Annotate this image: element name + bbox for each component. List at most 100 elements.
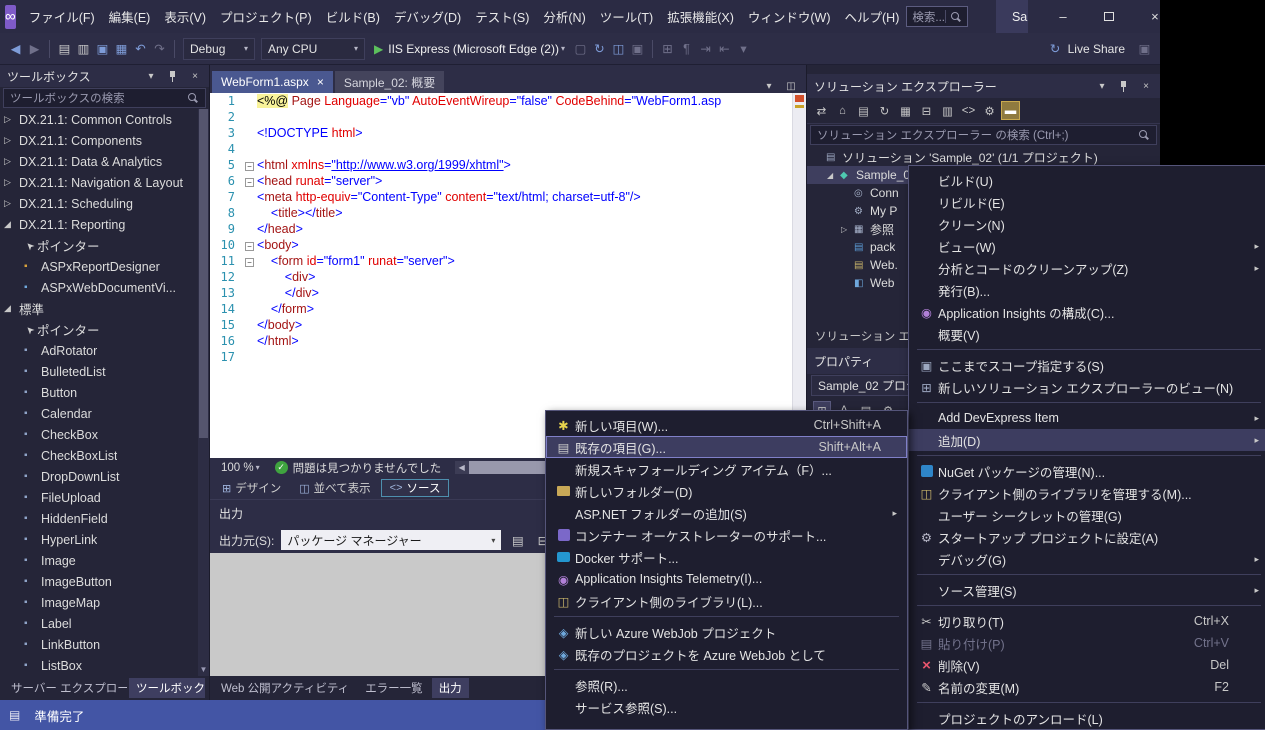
quick-search-input[interactable]: 検索... xyxy=(906,6,968,27)
submenu-item[interactable]: コンテナー オーケストレーターのサポート... xyxy=(546,524,907,546)
maximize-button[interactable] xyxy=(1086,0,1132,33)
float-window-icon[interactable]: ◫ xyxy=(784,79,798,93)
toolbox-item[interactable]: ▪DropDownList xyxy=(0,466,209,487)
submenu-item[interactable]: 参照(R)... xyxy=(546,674,907,696)
scroll-down-icon[interactable]: ▼ xyxy=(198,665,209,674)
output-source-dropdown[interactable]: パッケージ マネージャー ▾ xyxy=(281,530,501,550)
redo-icon[interactable]: ↷ xyxy=(150,39,169,58)
menubar-item[interactable]: 拡張機能(X) xyxy=(660,0,741,33)
toolbox-group[interactable]: ◢DX.21.1: Reporting xyxy=(0,214,209,235)
toolwindow-tab[interactable]: Web 公開アクティビティ xyxy=(214,678,356,698)
menubar-item[interactable]: 編集(E) xyxy=(102,0,158,33)
toolbox-item[interactable]: ▪FileUpload xyxy=(0,487,209,508)
submenu-item[interactable]: ASP.NET フォルダーの追加(S)▸ xyxy=(546,502,907,524)
collapse-region-icon[interactable]: − xyxy=(245,258,254,267)
context-menu-item[interactable]: NuGet パッケージの管理(N)... xyxy=(909,460,1265,482)
toolwindow-tab[interactable]: ツールボックス xyxy=(129,678,205,698)
show-all-files-icon[interactable]: ▥ xyxy=(938,101,957,120)
context-menu-item[interactable]: 分析とコードのクリーンアップ(Z)▸ xyxy=(909,257,1265,279)
stop-icon[interactable]: ▢ xyxy=(571,39,590,58)
pin-icon[interactable] xyxy=(168,70,178,83)
context-menu-item[interactable]: 追加(D)▸ xyxy=(909,429,1265,451)
minimize-button[interactable]: – xyxy=(1040,0,1086,33)
toolbox-item[interactable]: ➤ポインター xyxy=(0,235,209,256)
solution-configuration-dropdown[interactable]: Debug ▾ xyxy=(183,38,255,60)
feedback-icon[interactable]: ▣ xyxy=(1135,39,1154,58)
forward-icon[interactable]: ▶ xyxy=(25,39,44,58)
submenu-item[interactable]: Docker サポート... xyxy=(546,546,907,568)
new-file-icon[interactable]: ▤ xyxy=(55,39,74,58)
submenu-item[interactable]: 既存の項目(G)...Shift+Alt+A xyxy=(546,436,907,458)
context-menu-item[interactable]: スタートアップ プロジェクトに設定(A) xyxy=(909,526,1265,548)
expanded-arrow-icon[interactable]: ◢ xyxy=(827,171,840,180)
context-menu-item[interactable]: ここまでスコープ指定する(S) xyxy=(909,354,1265,376)
submenu-item[interactable]: サービス参照(S)... xyxy=(546,696,907,718)
open-file-icon[interactable]: ▥ xyxy=(74,39,93,58)
submenu-item[interactable]: Application Insights Telemetry(I)... xyxy=(546,568,907,590)
submenu-item[interactable]: クライアント側のライブラリ(L)... xyxy=(546,590,907,612)
toolbox-item[interactable]: ▪ImageButton xyxy=(0,571,209,592)
toolbox-group[interactable]: ▷DX.21.1: Scheduling xyxy=(0,193,209,214)
context-menu-item[interactable]: 概要(V) xyxy=(909,323,1265,345)
solution-search-input[interactable]: ソリューション エクスプローラー の検索 (Ctrl+;) xyxy=(810,125,1157,145)
toolbox-item[interactable]: ▪Calendar xyxy=(0,403,209,424)
view-tab-1[interactable]: ◫並べて表示 xyxy=(291,479,378,497)
collapsed-arrow-icon[interactable]: ▷ xyxy=(841,225,854,234)
context-menu-item[interactable]: ビルド(U) xyxy=(909,169,1265,191)
active-files-dropdown-icon[interactable]: ▾ xyxy=(762,79,776,93)
context-menu-item[interactable]: リビルド(E) xyxy=(909,191,1265,213)
menubar-item[interactable]: テスト(S) xyxy=(468,0,536,33)
screenshot-icon[interactable]: ▣ xyxy=(628,39,647,58)
scrollbar-thumb[interactable] xyxy=(199,109,208,438)
toolbox-item[interactable]: ▪Label xyxy=(0,613,209,634)
editor-scrollbar[interactable] xyxy=(792,93,806,458)
toolbox-item[interactable]: ▪HiddenField xyxy=(0,508,209,529)
close-panel-icon[interactable]: × xyxy=(188,69,202,83)
live-share-button[interactable]: ↻ Live Share xyxy=(1046,39,1125,58)
refresh-icon[interactable]: ↻ xyxy=(875,101,894,120)
pin-icon[interactable] xyxy=(1119,80,1129,93)
toolbox-group[interactable]: ◢標準 xyxy=(0,298,209,319)
toolbox-group[interactable]: ▷DX.21.1: Data & Analytics xyxy=(0,151,209,172)
pending-changes-icon[interactable]: ▤ xyxy=(854,101,873,120)
code-editor[interactable]: 1<%@ Page Language="vb" AutoEventWireup=… xyxy=(210,93,806,458)
indent-icon[interactable]: ⇥ xyxy=(696,39,715,58)
window-position-icon[interactable]: ▾ xyxy=(144,69,158,83)
close-button[interactable]: × xyxy=(1132,0,1178,33)
toolbox-item[interactable]: ➤ポインター xyxy=(0,319,209,340)
toolwindow-tab[interactable]: サーバー エクスプローラー xyxy=(4,678,127,698)
preview-code-icon[interactable]: <> xyxy=(959,101,978,120)
home-icon[interactable]: ⌂ xyxy=(833,101,852,120)
paragraph-icon[interactable]: ¶ xyxy=(677,39,696,58)
document-tab[interactable]: Sample_02: 概要 xyxy=(335,71,444,93)
view-tab-0[interactable]: ⊞デザイン xyxy=(214,479,289,497)
nest-files-icon[interactable]: ▦ xyxy=(896,101,915,120)
context-menu-item[interactable]: Application Insights の構成(C)... xyxy=(909,301,1265,323)
context-menu-item[interactable]: 名前の変更(M)F2 xyxy=(909,676,1265,698)
menubar-item[interactable]: ツール(T) xyxy=(593,0,660,33)
menubar-item[interactable]: 分析(N) xyxy=(536,0,592,33)
view-tab-2[interactable]: <>ソース xyxy=(381,479,450,497)
collapse-region-icon[interactable]: − xyxy=(245,162,254,171)
properties-toggle-icon[interactable]: ▬ xyxy=(1001,101,1020,120)
close-tab-icon[interactable]: × xyxy=(317,75,324,89)
context-menu-item[interactable]: Add DevExpress Item▸ xyxy=(909,407,1265,429)
grid-icon[interactable]: ⊞ xyxy=(658,39,677,58)
zoom-dropdown[interactable]: 100 % ▾ xyxy=(216,462,265,474)
toolbar-overflow-icon[interactable]: ▾ xyxy=(734,39,753,58)
start-debugging-button[interactable]: ▶ IIS Express (Microsoft Edge (2)) ▾ xyxy=(374,42,565,56)
menubar-item[interactable]: ファイル(F) xyxy=(22,0,102,33)
submenu-item[interactable]: 新しいフォルダー(D) xyxy=(546,480,907,502)
solution-tree-item[interactable]: ソリューション 'Sample_02' (1/1 プロジェクト) xyxy=(807,148,1160,166)
context-menu-item[interactable]: ビュー(W)▸ xyxy=(909,235,1265,257)
toolbox-item[interactable]: ▪Button xyxy=(0,382,209,403)
toolbox-item[interactable]: ▪Image xyxy=(0,550,209,571)
document-tab[interactable]: WebForm1.aspx× xyxy=(212,71,333,93)
menubar-item[interactable]: プロジェクト(P) xyxy=(213,0,319,33)
menubar-item[interactable]: ヘルプ(H) xyxy=(838,0,907,33)
undo-icon[interactable]: ↶ xyxy=(131,39,150,58)
browser-link-icon[interactable]: ◫ xyxy=(609,39,628,58)
switch-views-icon[interactable]: ⇄ xyxy=(812,101,831,120)
context-menu-item[interactable]: 新しいソリューション エクスプローラーのビュー(N) xyxy=(909,376,1265,398)
toolbox-item[interactable]: ▪ListBox xyxy=(0,655,209,676)
